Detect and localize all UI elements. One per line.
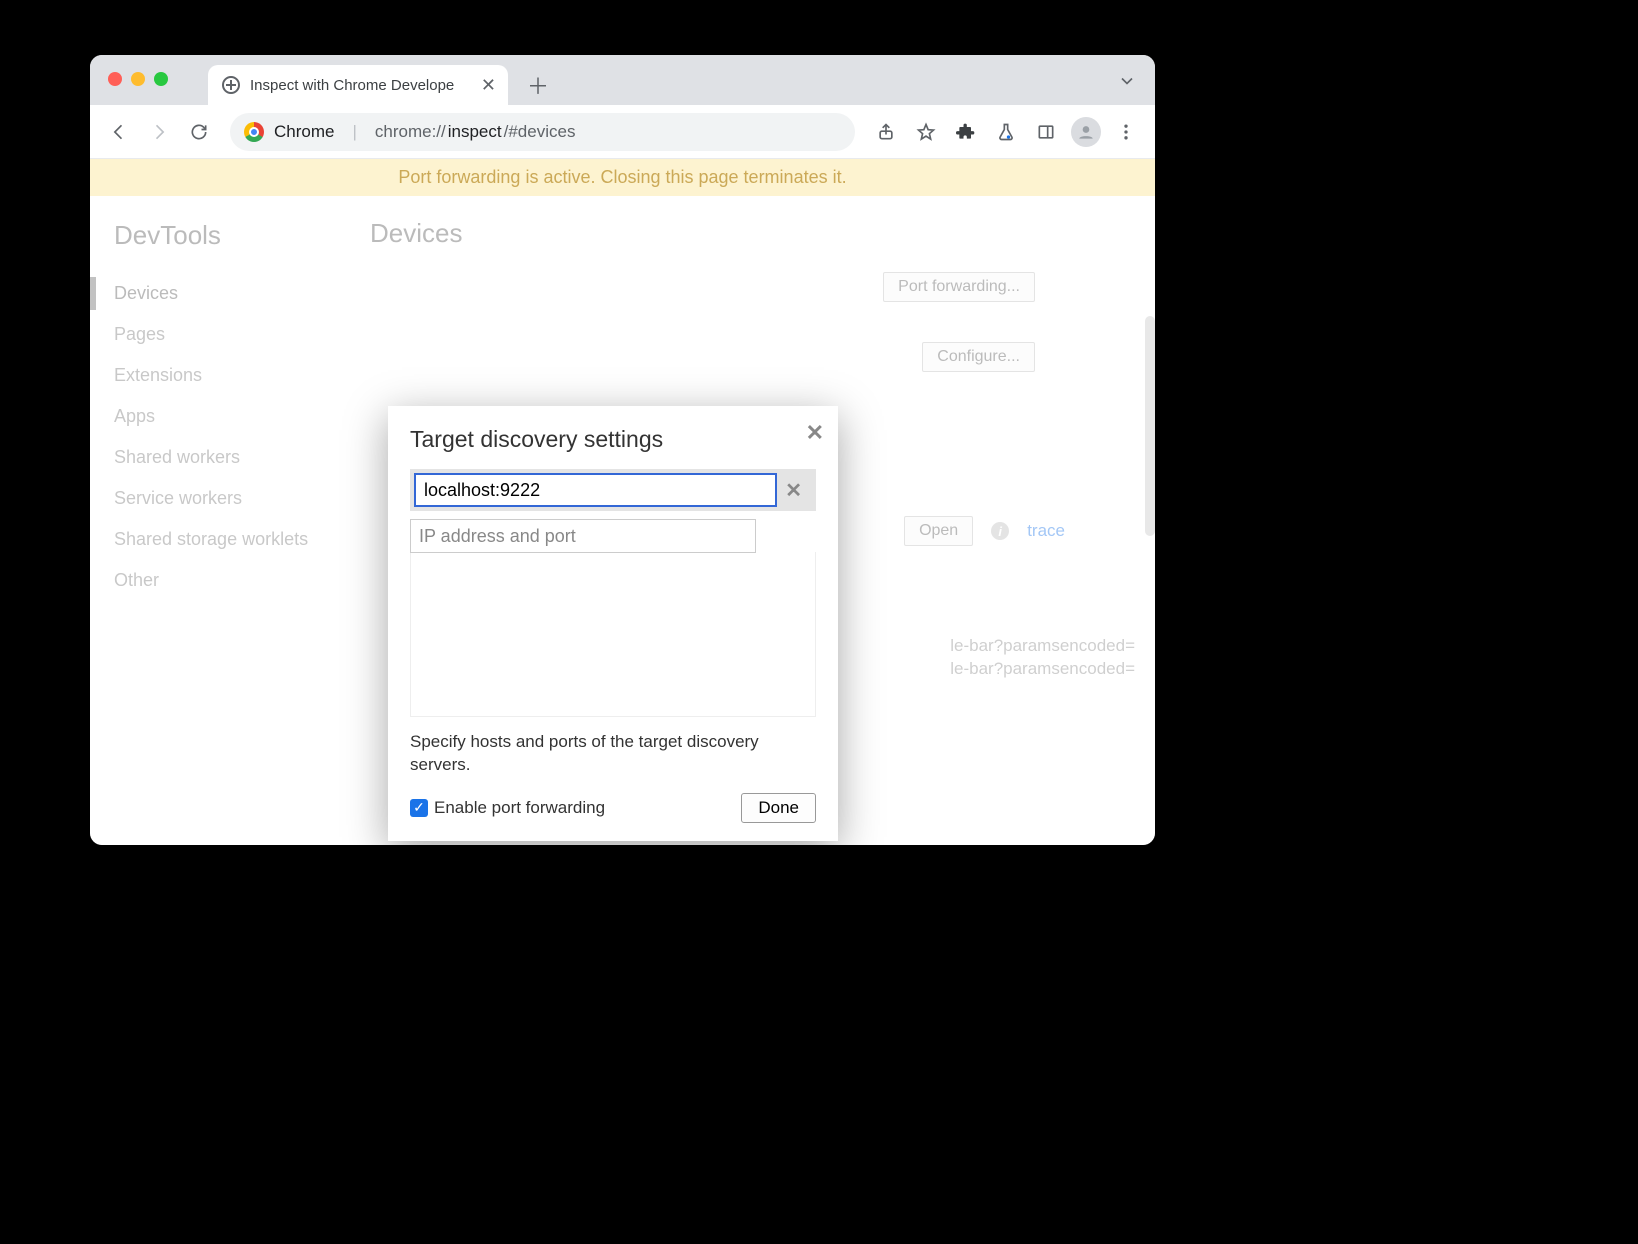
toolbar: Chrome | chrome://inspect/#devices [90,105,1155,159]
dialog-help-text: Specify hosts and ports of the target di… [410,731,816,777]
browser-tab[interactable]: Inspect with Chrome Develope ✕ [208,65,508,105]
kebab-menu-icon[interactable] [1109,115,1143,149]
minimize-window-icon[interactable] [131,72,145,86]
side-panel-icon[interactable] [1029,115,1063,149]
checkbox-checked-icon: ✓ [410,799,428,817]
window-controls [108,72,168,86]
tabs-menu-icon[interactable] [1117,71,1137,96]
addr-url: chrome://inspect/#devices [375,122,576,142]
reload-button[interactable] [182,115,216,149]
target-discovery-dialog: ✕ Target discovery settings ✕ Specify ho… [388,406,838,841]
share-icon[interactable] [869,115,903,149]
back-button[interactable] [102,115,136,149]
globe-icon [222,76,240,94]
target-input-empty[interactable] [410,519,756,553]
tab-title: Inspect with Chrome Develope [250,77,471,94]
dialog-close-icon[interactable]: ✕ [806,420,824,446]
maximize-window-icon[interactable] [154,72,168,86]
forward-button[interactable] [142,115,176,149]
target-input[interactable] [414,473,777,507]
new-tab-button[interactable]: ＋ [523,70,553,100]
dialog-title: Target discovery settings [410,426,816,453]
port-forwarding-banner: Port forwarding is active. Closing this … [90,159,1155,196]
done-button[interactable]: Done [741,793,816,823]
addr-scheme-label: Chrome [274,122,334,142]
labs-icon[interactable] [989,115,1023,149]
profile-avatar[interactable] [1069,115,1103,149]
target-list-spacer [410,552,816,717]
target-row: ✕ [410,469,816,511]
chrome-icon [244,122,264,142]
address-bar[interactable]: Chrome | chrome://inspect/#devices [230,113,855,151]
close-window-icon[interactable] [108,72,122,86]
extensions-icon[interactable] [949,115,983,149]
close-tab-icon[interactable]: ✕ [481,75,496,96]
page-body: DevTools Devices Pages Extensions Apps S… [90,196,1155,845]
tab-bar: Inspect with Chrome Develope ✕ ＋ [90,55,1155,105]
bookmark-icon[interactable] [909,115,943,149]
browser-window: Inspect with Chrome Develope ✕ ＋ Chrome … [90,55,1155,845]
remove-target-icon[interactable]: ✕ [777,478,810,503]
enable-port-forwarding-checkbox[interactable]: ✓ Enable port forwarding [410,798,605,818]
checkbox-label: Enable port forwarding [434,798,605,818]
dialog-footer: ✓ Enable port forwarding Done [410,793,816,823]
